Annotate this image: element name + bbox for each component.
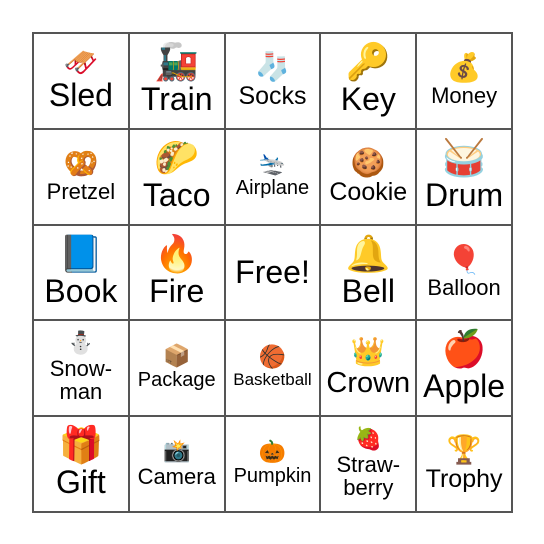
- bingo-cell-cookie[interactable]: 🍪 Cookie: [320, 128, 417, 225]
- book-icon: 📘: [58, 233, 104, 275]
- cell-label: Apple: [423, 368, 506, 405]
- apple-icon: 🍎: [441, 329, 487, 371]
- cell-label: Socks: [238, 81, 307, 110]
- cell-label: Gift: [56, 464, 106, 501]
- cell-label: Straw- berry: [336, 452, 401, 501]
- bingo-cell-free-space[interactable]: Free!: [224, 224, 321, 321]
- cell-label: Bell: [341, 272, 395, 309]
- cell-label: Crown: [326, 367, 411, 400]
- bingo-cell-drum[interactable]: 🥁 Drum: [416, 128, 512, 225]
- bingo-cell-apple[interactable]: 🍎 Apple: [416, 320, 512, 417]
- bingo-cell-key[interactable]: 🔑 Key: [320, 33, 417, 129]
- bingo-cell-taco[interactable]: 🌮 Taco: [128, 128, 225, 225]
- cell-label: Fire: [149, 272, 205, 309]
- airplane-icon: 🛬: [258, 152, 287, 178]
- cell-label: Airplane: [235, 177, 310, 200]
- cell-label: Pumpkin: [233, 464, 312, 487]
- bingo-cell-airplane[interactable]: 🛬 Airplane: [224, 128, 321, 225]
- cell-label: Camera: [137, 463, 216, 489]
- cell-label: Money: [431, 83, 498, 109]
- fire-icon: 🔥: [154, 233, 200, 275]
- crown-icon: 👑: [350, 335, 386, 369]
- bingo-cell-trophy[interactable]: 🏆 Trophy: [416, 416, 512, 512]
- bingo-cell-gift[interactable]: 🎁 Gift: [33, 416, 129, 512]
- cell-label: Book: [44, 272, 118, 309]
- bingo-cell-balloon[interactable]: 🎈 Balloon: [416, 224, 512, 321]
- bingo-cell-package[interactable]: 📦 Package: [128, 320, 225, 417]
- bingo-cell-socks[interactable]: 🧦 Socks: [224, 33, 321, 129]
- bingo-cell-crown[interactable]: 👑 Crown: [320, 320, 417, 417]
- cookie-icon: 🍪: [350, 145, 386, 179]
- cell-label: Taco: [142, 176, 211, 213]
- bingo-cell-camera[interactable]: 📸 Camera: [128, 416, 225, 512]
- bingo-cell-pretzel[interactable]: 🥨 Pretzel: [33, 128, 129, 225]
- bingo-cell-snowman[interactable]: ⛄ Snow- man: [33, 320, 129, 417]
- cell-label: Key: [340, 81, 396, 118]
- bingo-cell-money[interactable]: 💰 Money: [416, 33, 512, 129]
- cell-label: Drum: [424, 176, 504, 213]
- trophy-icon: 🏆: [446, 432, 482, 466]
- cell-label: Sled: [48, 77, 113, 114]
- free-space-label: Free!: [235, 253, 310, 290]
- cell-label: Snow- man: [49, 356, 113, 405]
- balloon-icon: 🎈: [446, 242, 482, 276]
- pretzel-icon: 🥨: [63, 147, 99, 181]
- package-icon: 📦: [162, 343, 191, 369]
- key-icon: 🔑: [345, 42, 391, 84]
- cell-label: Trophy: [425, 464, 503, 493]
- bingo-cell-strawberry[interactable]: 🍓 Straw- berry: [320, 416, 417, 512]
- cell-label: Train: [140, 81, 213, 118]
- basketball-icon: 🏀: [258, 345, 287, 371]
- bingo-cell-fire[interactable]: 🔥 Fire: [128, 224, 225, 321]
- bingo-cell-train[interactable]: 🚂 Train: [128, 33, 225, 129]
- taco-icon: 🌮: [154, 137, 200, 179]
- cell-label: Balloon: [427, 274, 501, 300]
- cell-label: Package: [137, 368, 216, 391]
- camera-icon: 📸: [162, 438, 191, 464]
- snowman-icon: ⛄: [67, 331, 95, 357]
- bingo-cell-basketball[interactable]: 🏀 Basketball: [224, 320, 321, 417]
- sled-icon: 🛷: [63, 46, 99, 80]
- socks-icon: 🧦: [255, 49, 290, 83]
- cell-label: Cookie: [329, 177, 408, 206]
- drum-icon: 🥁: [441, 137, 487, 179]
- bell-icon: 🔔: [345, 233, 391, 275]
- bingo-cell-book[interactable]: 📘 Book: [33, 224, 129, 321]
- money-bag-icon: 💰: [446, 51, 482, 85]
- train-icon: 🚂: [154, 42, 200, 84]
- strawberry-icon: 🍓: [354, 427, 382, 452]
- bingo-board: 🛷 Sled 🚂 Train 🧦 Socks 🔑 Key 💰 Money 🥨 P…: [32, 32, 513, 513]
- bingo-cell-bell[interactable]: 🔔 Bell: [320, 224, 417, 321]
- gift-icon: 🎁: [58, 425, 104, 467]
- cell-label: Basketball: [233, 370, 312, 390]
- bingo-cell-pumpkin[interactable]: 🎃 Pumpkin: [224, 416, 321, 512]
- pumpkin-icon: 🎃: [258, 439, 287, 465]
- cell-label: Pretzel: [46, 179, 116, 205]
- bingo-cell-sled[interactable]: 🛷 Sled: [33, 33, 129, 129]
